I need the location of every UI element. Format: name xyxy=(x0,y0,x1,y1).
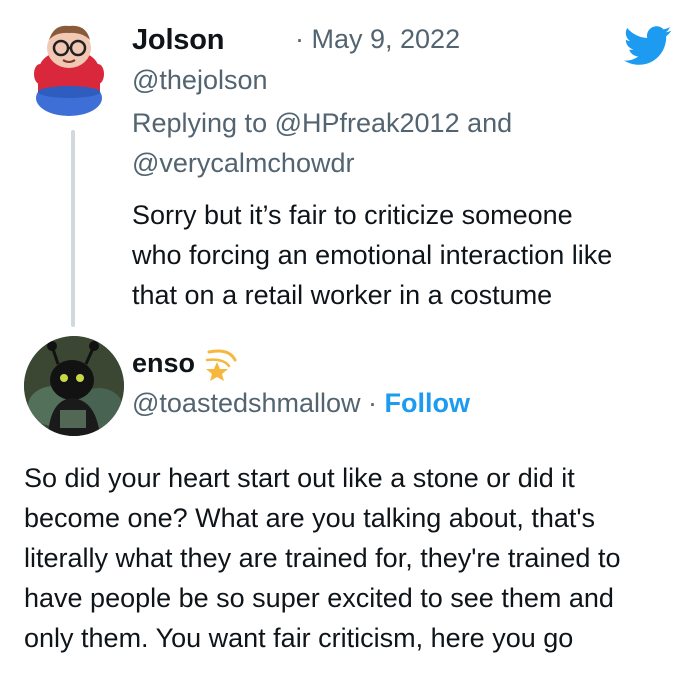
tweet-text-line: Sorry but it’s fair to criticize someone xyxy=(132,200,573,230)
author-handle-row: @toastedshmallow · Follow xyxy=(132,388,470,419)
thread-connector-line xyxy=(71,130,75,327)
replying-to-line[interactable]: @verycalmchowdr xyxy=(132,148,354,179)
replying-to-line[interactable]: Replying to @HPfreak2012 and xyxy=(132,108,512,139)
tweet-text-line: become one? What are you talking about, … xyxy=(24,503,596,533)
follow-button[interactable]: Follow xyxy=(385,388,470,418)
tweet-text-line: that on a retail worker in a costume xyxy=(132,280,553,310)
avatar-enso[interactable] xyxy=(24,336,124,436)
tweet-text-line: have people be so super excited to see t… xyxy=(24,583,614,613)
tweet-text-line: literally what they are trained for, the… xyxy=(24,543,621,573)
tweet-text-line: who forcing an emotional interaction lik… xyxy=(132,240,613,270)
tweet-text: Sorry but it’s fair to criticize someone… xyxy=(132,195,682,315)
tweet-text-line: So did your heart start out like a stone… xyxy=(24,463,575,493)
shooting-star-icon xyxy=(203,346,241,382)
tweet-text: So did your heart start out like a stone… xyxy=(24,458,684,658)
separator-dot: · xyxy=(368,388,378,418)
author-handle[interactable]: @toastedshmallow xyxy=(132,388,361,418)
avatar-jolson[interactable] xyxy=(24,18,114,118)
twitter-bird-icon[interactable] xyxy=(624,26,672,66)
author-name[interactable]: Jolson xyxy=(132,24,224,57)
tweet-text-line: only them. You want fair criticism, here… xyxy=(24,623,574,653)
author-name[interactable]: enso xyxy=(132,348,195,379)
author-handle[interactable]: @thejolson xyxy=(132,65,268,96)
tweet-date[interactable]: · May 9, 2022 xyxy=(295,24,460,55)
